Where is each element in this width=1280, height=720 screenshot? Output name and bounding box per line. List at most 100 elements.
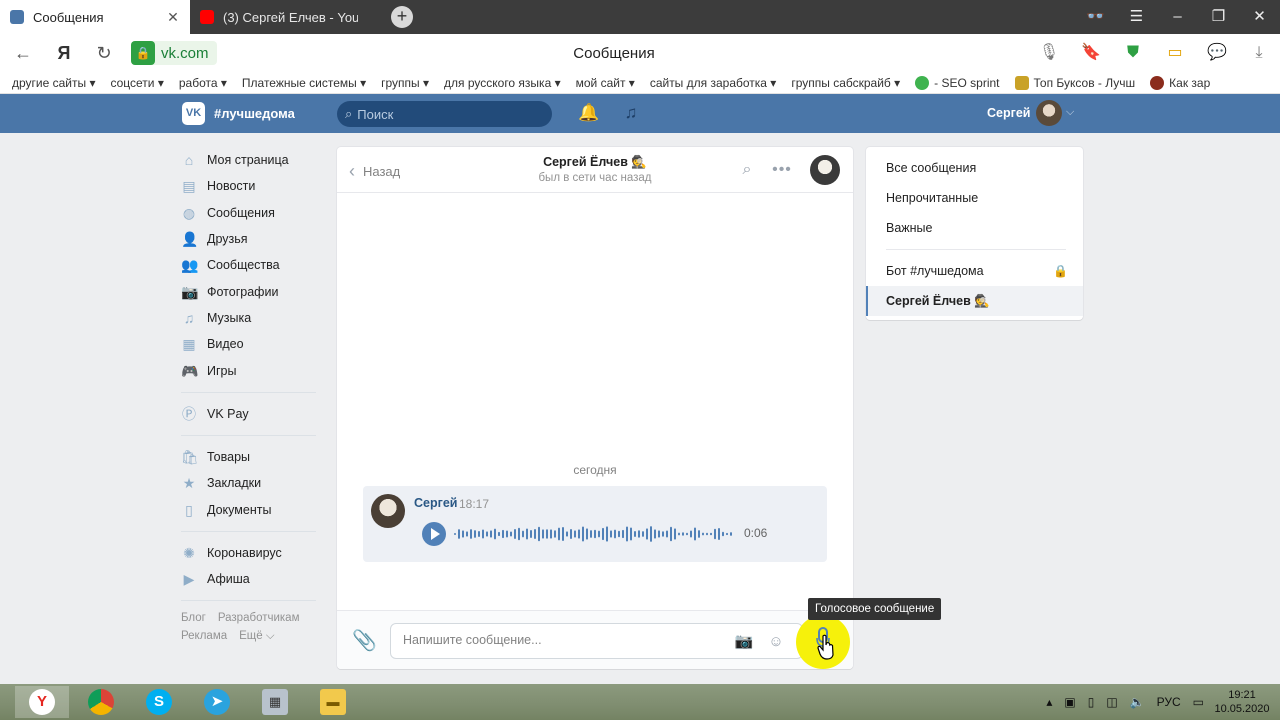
taskbar-chrome[interactable] bbox=[74, 686, 128, 718]
chat-avatar[interactable] bbox=[810, 155, 840, 185]
sidebar-item-messages[interactable]: ◍ Сообщения bbox=[181, 200, 321, 226]
bookmark-item[interactable]: мой сайт ▾ bbox=[576, 76, 635, 90]
divider bbox=[181, 600, 316, 602]
music-note-icon[interactable]: ♫ bbox=[621, 103, 641, 123]
yandex-browser-icon: Y bbox=[29, 689, 55, 715]
bookmark-kak-zar[interactable]: Как зар bbox=[1150, 75, 1210, 90]
message-time[interactable]: 18:17 bbox=[459, 497, 489, 511]
bell-icon[interactable]: 🔔 bbox=[578, 103, 599, 123]
tab-title: Сообщения bbox=[33, 9, 104, 25]
voice-waveform[interactable] bbox=[454, 522, 734, 546]
vk-brand-title[interactable]: #лучшедома bbox=[214, 106, 295, 121]
bookmark-item[interactable]: для русского языка ▾ bbox=[444, 76, 561, 90]
sidebar-item-games[interactable]: 🎮 Игры bbox=[181, 357, 321, 383]
message-input[interactable] bbox=[403, 633, 723, 647]
bookmark-item[interactable]: сайты для заработка ▾ bbox=[650, 76, 777, 90]
filter-all-messages[interactable]: Все сообщения bbox=[866, 153, 1083, 183]
left-sidebar: ⌂ Моя страница ▤ Новости ◍ Сообщения 👤 Друзь… bbox=[181, 147, 321, 645]
tab-youtube[interactable]: (3) Сергей Елчев - YouTube bbox=[190, 0, 368, 34]
shield-icon[interactable]: ⛊ bbox=[1112, 38, 1154, 68]
new-tab-button[interactable]: + bbox=[391, 6, 413, 28]
sidebar-item-goods[interactable]: 🛍 Товары bbox=[181, 444, 321, 470]
waveform-bar bbox=[494, 528, 496, 540]
waveform-bar bbox=[578, 529, 580, 539]
bookmark-icon[interactable]: 🔖 bbox=[1070, 38, 1112, 68]
sidebar-item-news[interactable]: ▤ Новости bbox=[181, 173, 321, 199]
sidebar-item-friends[interactable]: 👤 Друзья bbox=[181, 226, 321, 252]
waveform-bar bbox=[490, 530, 492, 538]
taskbar-telegram[interactable]: ➤ bbox=[190, 686, 244, 718]
conversation-label: Бот #лучшедома bbox=[886, 264, 984, 278]
menu-icon[interactable]: ☰ bbox=[1116, 0, 1157, 34]
taskbar-skype[interactable]: S bbox=[132, 686, 186, 718]
sidebar-item-afisha[interactable]: ▶ Афиша bbox=[181, 566, 321, 592]
sidebar-item-music[interactable]: ♫ Музыка bbox=[181, 305, 321, 331]
sidebar-item-bookmarks[interactable]: ★ Закладки bbox=[181, 470, 321, 496]
footer-link-blog[interactable]: Блог bbox=[181, 612, 206, 624]
bookmark-item[interactable]: соцсети ▾ bbox=[110, 76, 163, 90]
footer-link-ads[interactable]: Реклама bbox=[181, 630, 227, 642]
more-icon[interactable]: ••• bbox=[771, 159, 793, 181]
taskbar-explorer[interactable]: ▬ bbox=[306, 686, 360, 718]
sidebar-item-my-page[interactable]: ⌂ Моя страница bbox=[181, 147, 321, 173]
language-indicator[interactable]: РУС bbox=[1157, 695, 1181, 709]
tooltip: Голосовое сообщение bbox=[808, 598, 942, 620]
filter-important[interactable]: Важные bbox=[866, 213, 1083, 243]
keyboard-icon[interactable]: ▭ bbox=[1193, 695, 1204, 709]
network-icon[interactable]: ◫ bbox=[1106, 695, 1117, 709]
download-icon[interactable]: ⤓ bbox=[1238, 38, 1280, 68]
search-icon[interactable]: ⌕ bbox=[736, 159, 758, 181]
tab-messages[interactable]: Сообщения ✕ bbox=[0, 0, 190, 34]
avatar[interactable] bbox=[371, 494, 405, 528]
bookmark-top-buksov[interactable]: Топ Буксов - Лучш bbox=[1014, 75, 1135, 90]
microphone-icon[interactable]: 🎙 bbox=[1028, 38, 1070, 68]
vk-logo-icon[interactable]: VK bbox=[182, 102, 205, 125]
waveform-bar bbox=[634, 531, 636, 537]
bookmark-item[interactable]: группы ▾ bbox=[381, 76, 429, 90]
sidebar-item-video[interactable]: ▦ Видео bbox=[181, 331, 321, 357]
close-window-icon[interactable]: ✕ bbox=[1239, 0, 1280, 34]
bookmark-item[interactable]: Платежные системы ▾ bbox=[242, 76, 366, 90]
camera-icon[interactable]: 📷 bbox=[733, 631, 755, 653]
conversation-sergey[interactable]: Сергей Ёлчев 🕵 bbox=[866, 286, 1083, 316]
clock[interactable]: 19:21 10.05.2020 bbox=[1210, 688, 1274, 716]
restore-icon[interactable]: ❐ bbox=[1198, 0, 1239, 34]
sidebar-item-coronavirus[interactable]: ✺ Коронавирус bbox=[181, 540, 321, 566]
bookmark-item[interactable]: другие сайты ▾ bbox=[12, 76, 95, 90]
sidebar-item-documents[interactable]: ▯ Документы bbox=[181, 497, 321, 523]
chat-extension-icon[interactable]: 💬 bbox=[1196, 38, 1238, 68]
filter-unread[interactable]: Непрочитанные bbox=[866, 183, 1083, 213]
message-author[interactable]: Сергей bbox=[414, 496, 457, 510]
chevron-down-icon[interactable]: ⌵ bbox=[1066, 106, 1074, 119]
bookmark-item[interactable]: работа ▾ bbox=[179, 76, 227, 90]
close-icon[interactable]: ✕ bbox=[166, 9, 180, 26]
footer-link-more[interactable]: Ещё ⌵ bbox=[239, 630, 274, 642]
emoji-icon[interactable]: ☺ bbox=[765, 631, 787, 653]
minimize-icon[interactable]: – bbox=[1157, 0, 1198, 34]
user-name[interactable]: Сергей bbox=[987, 106, 1030, 120]
search-input[interactable] bbox=[357, 106, 528, 122]
battery-icon[interactable]: ▭ bbox=[1154, 38, 1196, 68]
avatar[interactable] bbox=[1036, 100, 1062, 126]
device-icon[interactable]: ▣ bbox=[1064, 695, 1075, 709]
chevron-up-icon[interactable]: ▴ bbox=[1046, 695, 1052, 709]
footer-link-developers[interactable]: Разработчикам bbox=[218, 612, 300, 624]
volume-icon[interactable]: 🔈 bbox=[1130, 695, 1145, 709]
sidebar-item-photos[interactable]: 📷 Фотографии bbox=[181, 278, 321, 304]
conversation-bot[interactable]: Бот #лучшедома 🔒 bbox=[866, 256, 1083, 286]
waveform-bar bbox=[690, 530, 692, 538]
sidebar-item-communities[interactable]: 👥 Сообщества bbox=[181, 252, 321, 278]
waveform-bar bbox=[462, 530, 464, 538]
waveform-bar bbox=[726, 532, 728, 536]
bookmark-item[interactable]: группы сабскрайб ▾ bbox=[791, 76, 900, 90]
taskbar-yandex[interactable]: Y bbox=[15, 686, 69, 718]
sidebar-item-vk-pay[interactable]: Ⓟ VK Pay bbox=[181, 401, 321, 427]
play-button[interactable] bbox=[422, 522, 446, 546]
waveform-bar bbox=[466, 531, 468, 537]
battery-icon[interactable]: ▯ bbox=[1088, 695, 1095, 709]
taskbar-calculator[interactable]: ▦ bbox=[248, 686, 302, 718]
paperclip-icon[interactable]: 📎 bbox=[352, 629, 377, 653]
bookmark-seo-sprint[interactable]: - SEO sprint bbox=[915, 75, 1000, 90]
glasses-icon[interactable]: 👓 bbox=[1075, 0, 1116, 34]
waveform-bar bbox=[538, 526, 540, 542]
